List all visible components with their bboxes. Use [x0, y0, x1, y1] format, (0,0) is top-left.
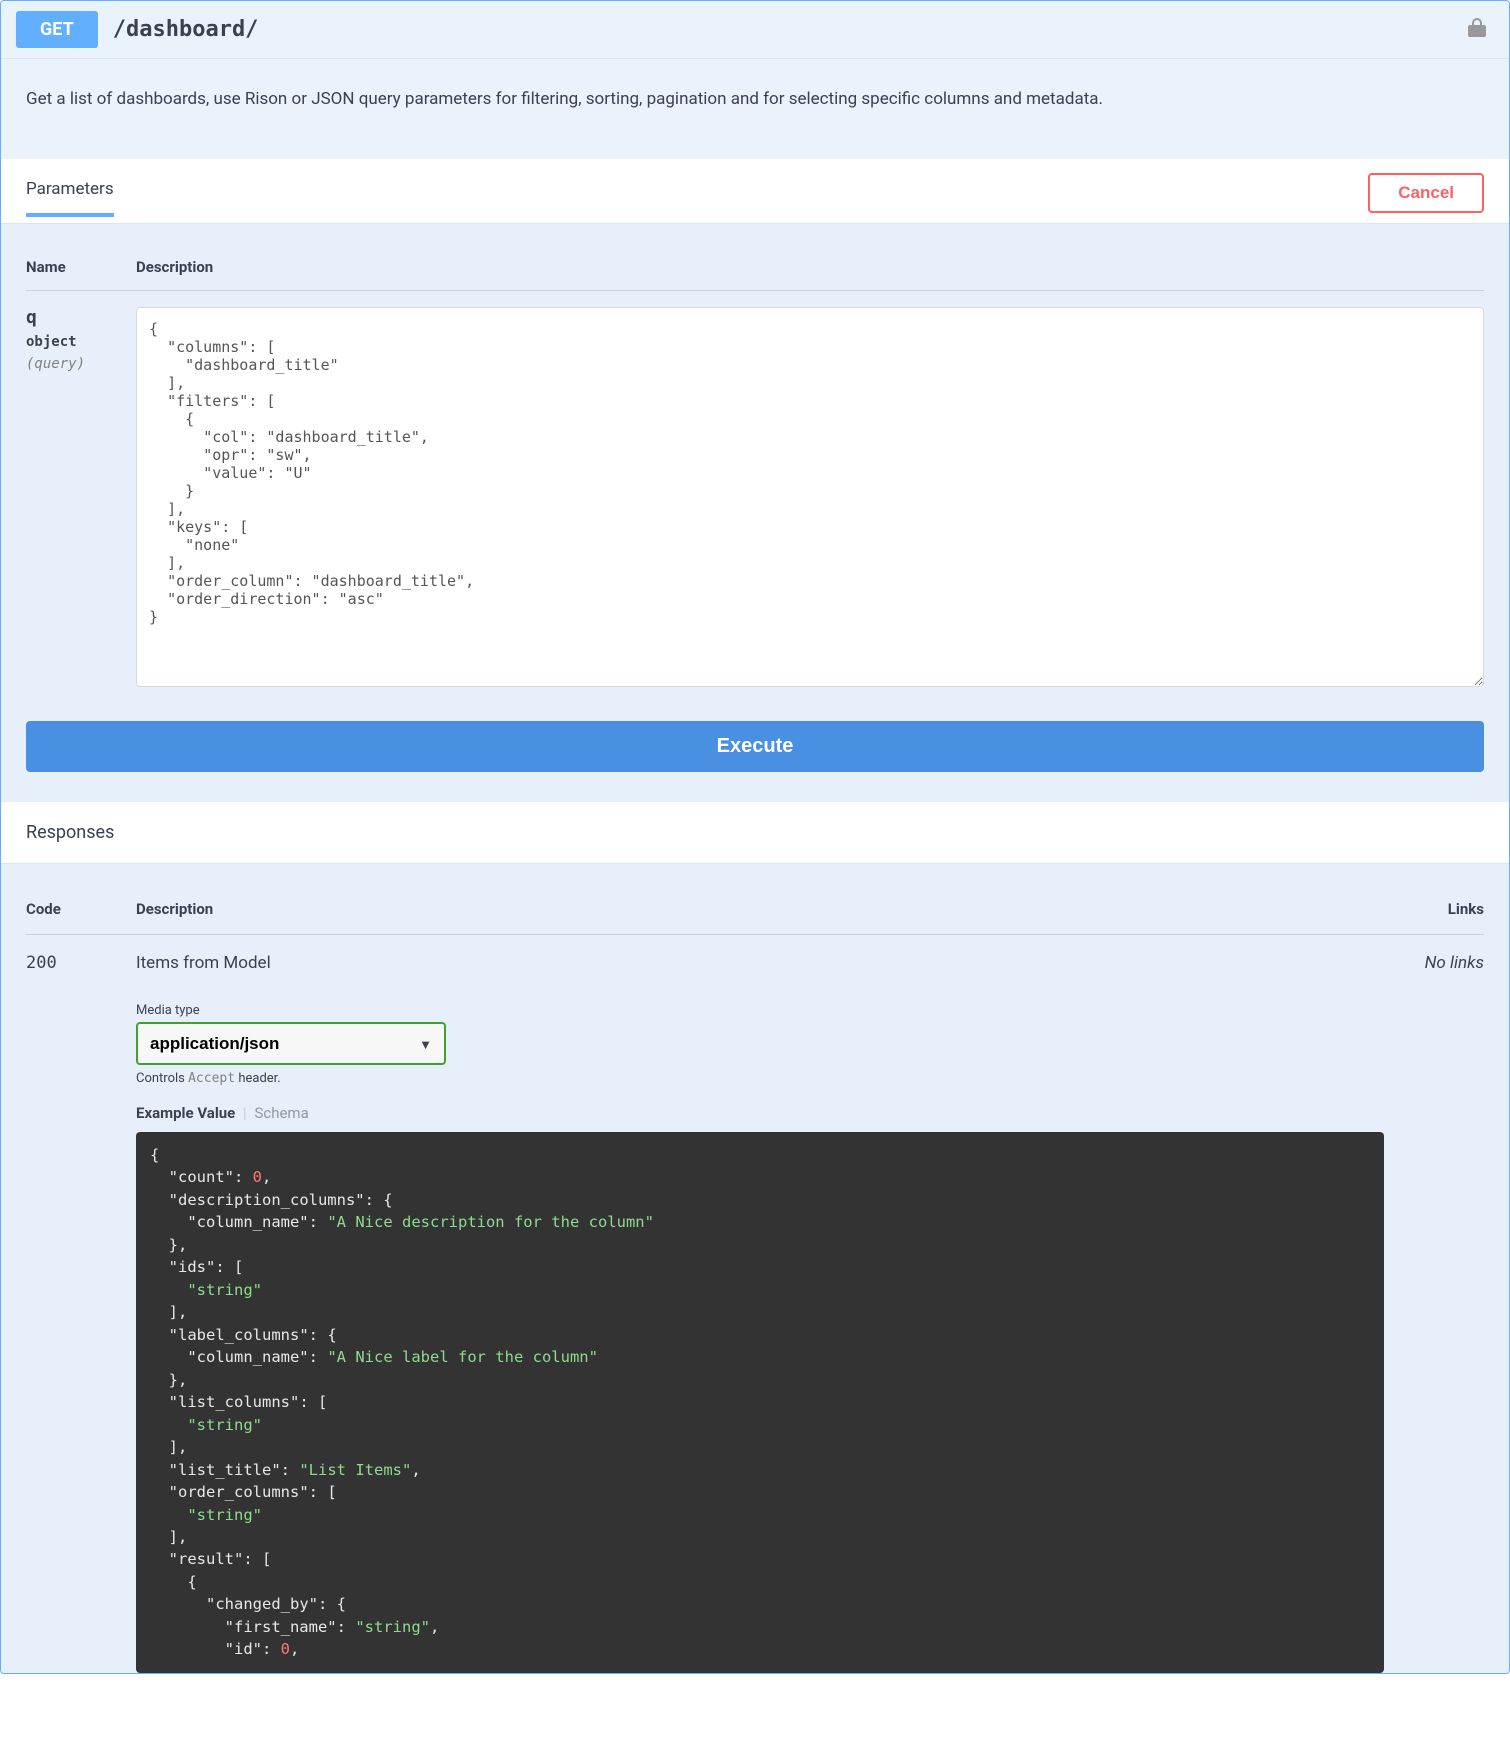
media-type-label: Media type — [136, 1003, 1384, 1018]
tab-schema[interactable]: Schema — [254, 1104, 308, 1122]
response-desc: Items from Model Media type application/… — [136, 953, 1384, 1673]
model-tabs: Example Value | Schema — [136, 1104, 1384, 1122]
header-name: Name — [26, 258, 136, 276]
parameters-body: Name Description q object (query) Execut… — [1, 224, 1509, 802]
media-type-select[interactable]: application/json — [136, 1022, 446, 1065]
parameters-section-header: Parameters Cancel — [1, 159, 1509, 224]
parameter-name: q — [26, 307, 136, 328]
operation-header[interactable]: GET /dashboard/ — [1, 1, 1509, 58]
parameter-input-wrap — [136, 307, 1484, 691]
cancel-button[interactable]: Cancel — [1368, 173, 1484, 213]
example-code-block: { "count": 0, "description_columns": { "… — [136, 1132, 1384, 1673]
responses-body: Code Description Links 200 Items from Mo… — [1, 864, 1509, 1673]
header-code: Code — [26, 900, 136, 918]
execute-button[interactable]: Execute — [26, 721, 1484, 772]
parameter-body-textarea[interactable] — [136, 307, 1484, 687]
controls-hint: Controls Accept header. — [136, 1071, 1384, 1086]
parameter-row: q object (query) — [26, 291, 1484, 691]
api-operation-block: GET /dashboard/ Get a list of dashboards… — [0, 0, 1510, 1674]
header-description: Description — [136, 900, 1384, 918]
responses-header-row: Code Description Links — [26, 884, 1484, 935]
response-code: 200 — [26, 953, 136, 1673]
parameter-meta: q object (query) — [26, 307, 136, 372]
operation-summary: Get a list of dashboards, use Rison or J… — [1, 58, 1509, 159]
endpoint-path: /dashboard/ — [113, 17, 1445, 42]
response-title: Items from Model — [136, 953, 1384, 973]
tab-parameters[interactable]: Parameters — [26, 179, 114, 217]
responses-heading: Responses — [1, 802, 1509, 864]
header-description: Description — [136, 258, 1484, 276]
lock-icon[interactable] — [1460, 17, 1494, 42]
parameter-type: object — [26, 334, 136, 350]
response-links: No links — [1384, 953, 1484, 1673]
method-badge: GET — [16, 11, 98, 48]
tab-example-value[interactable]: Example Value — [136, 1104, 235, 1122]
header-links: Links — [1384, 900, 1484, 918]
parameter-location: (query) — [26, 356, 136, 372]
parameters-header-row: Name Description — [26, 244, 1484, 291]
response-row: 200 Items from Model Media type applicat… — [26, 935, 1484, 1673]
